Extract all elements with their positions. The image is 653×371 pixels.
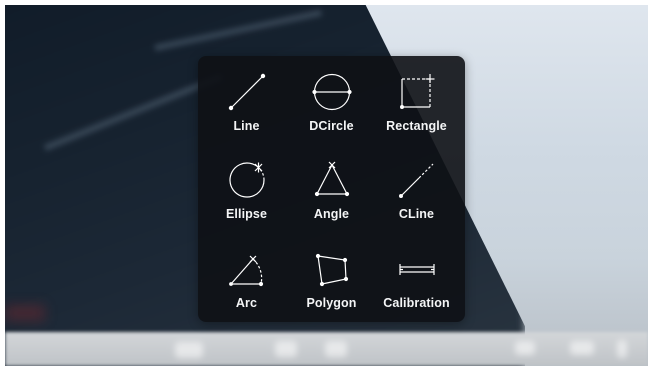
tool-label: Ellipse bbox=[226, 207, 267, 221]
calibration-icon bbox=[395, 247, 439, 291]
tool-label: Polygon bbox=[306, 296, 357, 310]
tool-label: Rectangle bbox=[386, 119, 447, 133]
tool-label: Calibration bbox=[383, 296, 450, 310]
tool-dcircle[interactable]: DCircle bbox=[289, 62, 374, 150]
polygon-icon bbox=[310, 247, 354, 291]
tool-grid: Line DCircle Rectangle Ellipse Angle CLi… bbox=[204, 62, 459, 328]
arc-icon bbox=[225, 247, 269, 291]
tool-label: Arc bbox=[235, 296, 258, 310]
tool-label: DCircle bbox=[309, 119, 354, 133]
tool-ellipse[interactable]: Ellipse bbox=[204, 150, 289, 239]
tool-calibration[interactable]: Calibration bbox=[374, 239, 459, 328]
blurred-red-light bbox=[5, 305, 45, 321]
tool-rectangle[interactable]: Rectangle bbox=[374, 62, 459, 150]
line-icon bbox=[225, 70, 269, 114]
tool-cline[interactable]: CLine bbox=[374, 150, 459, 239]
camera-view-background: Line DCircle Rectangle Ellipse Angle CLi… bbox=[5, 5, 648, 366]
tool-arc[interactable]: Arc bbox=[204, 239, 289, 328]
rectangle-icon bbox=[395, 70, 439, 114]
tool-angle[interactable]: Angle bbox=[289, 150, 374, 239]
tool-label: Line bbox=[233, 119, 260, 133]
tool-line[interactable]: Line bbox=[204, 62, 289, 150]
diameter-circle-icon bbox=[310, 70, 354, 114]
blurred-bottom-toolbar bbox=[5, 332, 648, 366]
drawing-tools-menu: Line DCircle Rectangle Ellipse Angle CLi… bbox=[198, 56, 465, 322]
ellipse-icon bbox=[225, 158, 269, 202]
angle-icon bbox=[310, 158, 354, 202]
tool-label: CLine bbox=[398, 207, 435, 221]
tool-polygon[interactable]: Polygon bbox=[289, 239, 374, 328]
construction-line-icon bbox=[395, 158, 439, 202]
tool-label: Angle bbox=[313, 207, 350, 221]
